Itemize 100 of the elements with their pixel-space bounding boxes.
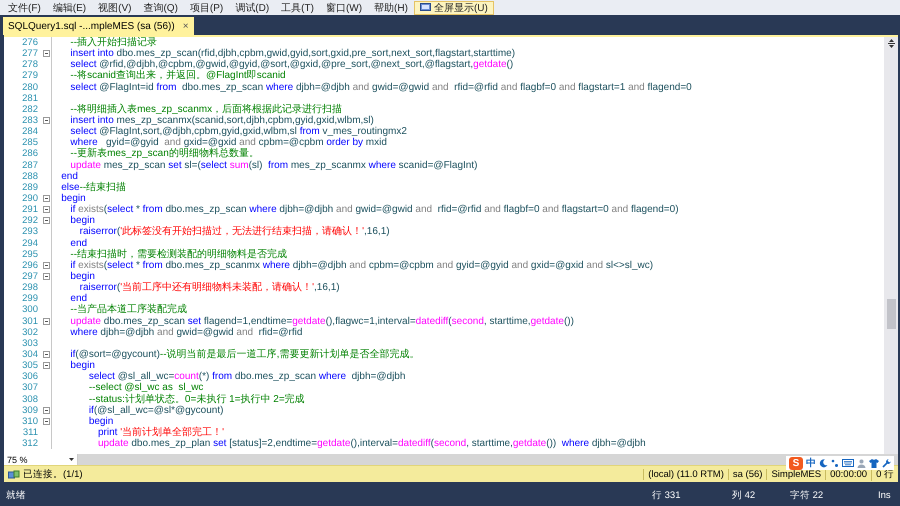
code-line: raiserror('此标签没有开始扫描过，无法进行结束扫描，请确认！',16,1) [78,226,390,238]
line-number: 285 [21,137,39,148]
menu-item[interactable]: 工具(T) [275,0,320,14]
menu-item[interactable]: 视图(V) [92,0,138,14]
line-number: 289 [21,182,39,193]
menu-item[interactable]: 文件(F) [2,0,47,14]
close-button[interactable]: × [182,20,189,32]
code-line: if(@sort=@gycount)--说明当前是最后一道工序,需要更新计划单是否全部完成。 [69,348,420,360]
line-number: 311 [22,426,39,438]
code-line: if(@sl_all_wc=@sl*@gycount) [88,404,224,416]
code-line: where djbh=@djbh and gwid=@gwid and rfid=@rfid [69,326,302,338]
menu-item[interactable]: 查询(Q) [137,0,184,14]
code-line: end [60,170,78,182]
insert-mode: Ins [878,490,892,501]
keyboard-icon[interactable] [842,459,854,467]
line-number: 304 [21,349,39,360]
menu-item[interactable]: 帮助(H) [368,0,414,14]
line-number: 278 [21,59,39,70]
code-line: begin [88,416,114,427]
line-number: 302 [21,326,39,338]
code-line: --当产品本道工序装配完成 [69,304,188,316]
code-line: begin [69,360,95,372]
connection-message: 已连接。(1/1) [23,468,83,480]
code-line: insert into mes_zp_scanmx(scanid,sort,djbh,cpbm,gyid,gxid,wlbm,sl) [69,114,374,126]
line-indicator: 行 331 [652,489,682,502]
line-number: 297 [21,271,39,282]
ime-mode[interactable]: 中 [806,456,816,470]
line-number: 300 [21,304,39,316]
menu-item[interactable]: 项目(P) [184,0,230,14]
menu-item[interactable]: 编辑(E) [46,0,92,14]
code-line: select @sl_all_wc=count(*) from dbo.mes_zp_scan where djbh=@djbh [88,371,406,382]
line-number: 312 [21,438,39,450]
code-line: raiserror('当前工序中还有明细物料未装配，请确认！',16,1) [78,282,340,294]
line-number: 295 [21,248,39,260]
line-number: 309 [21,404,39,416]
collapse-icon[interactable] [42,50,50,58]
collapse-icon[interactable] [42,217,50,224]
vertical-scrollbar[interactable] [884,37,898,454]
line-number: 293 [21,226,39,238]
connected-icon [8,470,20,478]
wrench-icon[interactable] [882,458,891,468]
collapse-icon[interactable] [42,206,50,214]
collapse-icon[interactable] [42,273,50,280]
code-line: insert into dbo.mes_zp_scan(rfid,djbh,cpbm,gwid,gyid,sort,gxid,pre_sort,next_sort,flagstart,starttime) [69,48,516,60]
line-number: 301 [21,316,39,327]
line-number: 280 [21,82,39,93]
code-line: end [69,238,88,249]
line-number: 306 [21,371,39,382]
collapse-icon[interactable] [42,195,50,202]
line-number: 287 [21,160,39,171]
line-number: 281 [21,92,39,104]
collapse-icon[interactable] [42,351,50,358]
menu-item[interactable]: 窗口(W) [320,0,368,14]
collapse-icon[interactable] [42,117,50,124]
row-count: 0 行 [871,468,898,480]
line-number: 288 [21,170,39,182]
code-line: end [69,293,88,304]
code-line: if exists(select * from dbo.mes_zp_scanmx where djbh=@djbh and cpbm=@cpbm and gyid=@gyid and gxid=@gxid and sl<>sl_wc) [69,260,654,271]
code-line: select @rfid,@djbh,@cpbm,@gwid,@gyid,@sort,@gxid,@pre_sort,@next_sort,@flagstart,getdate() [69,59,514,70]
collapse-icon[interactable] [42,418,50,425]
line-number: 310 [21,416,39,427]
menu-item[interactable]: 全屏显示(U) [414,0,494,14]
line-number: 283 [21,115,39,126]
char-indicator: 字符 22 [790,489,824,502]
code-line: update dbo.mes_zp_plan set [status]=2,endtime=getdate(),interval=datediff(second, starttime,getdate()) where djbh=@djbh [97,438,646,450]
code-line: --更新表mes_zp_scan的明细物料总数量。 [69,148,259,160]
collapse-icon[interactable] [42,318,50,325]
punctuation-icon[interactable] [831,458,839,468]
caret-icon [69,458,74,461]
monitor-icon [420,3,431,12]
collapse-icon[interactable] [42,406,50,414]
line-number: 277 [21,48,39,60]
menu-item[interactable]: 调试(D) [229,0,276,14]
line-number: 282 [21,104,39,115]
split-icon[interactable] [886,39,896,48]
line-number: 291 [21,204,39,216]
code-line: --结束扫描时，需要检测装配的明细物料是否完成 [69,248,288,260]
tab-title: SQLQuery1.sql -...mpleMES (sa (56)) [8,20,175,32]
code-line: else--结束扫描 [60,182,126,193]
code-line: begin [69,215,95,226]
line-number: 292 [21,215,39,226]
collapse-icon[interactable] [42,262,50,269]
code-line: --status:计划单状态。0=未执行 1=执行中 2=完成 [88,394,305,405]
code-line: begin [60,192,86,204]
shirt-icon[interactable] [869,458,879,468]
database-name: SimpleMES [766,468,826,480]
line-number: 305 [21,360,39,372]
moon-icon[interactable] [819,458,828,468]
line-number: 307 [21,382,39,394]
code-line: --将scanid查询出来，并返回。@FlagInt即scanid [69,70,286,82]
document-tab[interactable]: SQLQuery1.sql -...mpleMES (sa (56)) × [3,17,194,35]
collapse-icon[interactable] [42,362,50,370]
line-number: 279 [21,70,39,82]
zoom-dropdown[interactable]: 75 % [4,454,78,465]
server-name: (local) (11.0 RTM) [643,468,728,480]
code-line: select @FlagInt=id from dbo.mes_zp_scan where djbh=@djbh and gwid=@gwid and rfid=@rfid and flagbf=0 and flagstart=1 and flagend=0 [69,82,692,93]
code-line: if exists(select * from dbo.mes_zp_scan where djbh=@djbh and gwid=@gwid and rfid=@rfid and flagbf=0 and flagstart=0 and flagend=0) [69,204,679,216]
scrollbar-thumb[interactable] [886,299,896,329]
code-line: where gyid=@gyid and gxid=@gxid and cpbm=@cpbm order by mxid [69,137,387,148]
code-line: update dbo.mes_zp_scan set flagend=1,endtime=getdate(),flagwc=1,interval=datediff(second, starttime,getdate()) [69,316,574,327]
